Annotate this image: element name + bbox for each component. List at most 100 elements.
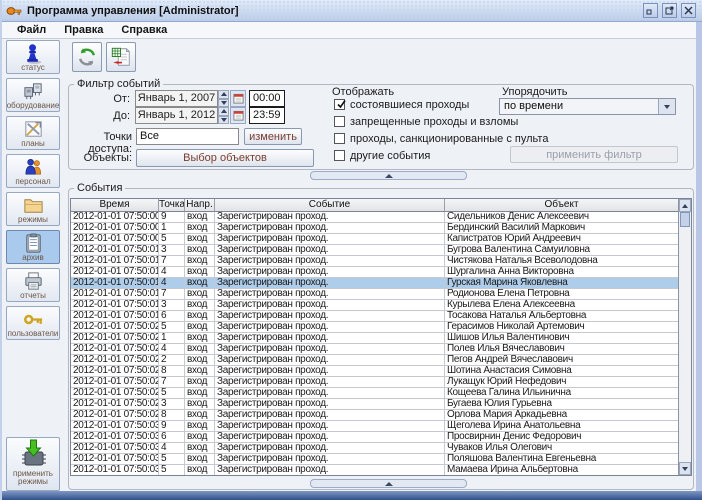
title-bar[interactable]: Программа управления [Administrator] xyxy=(2,0,702,22)
to-date-field[interactable]: Январь 1, 2012 xyxy=(135,107,218,124)
column-header-time[interactable]: Время xyxy=(71,199,159,212)
table-cell: 9 xyxy=(159,421,185,432)
to-time-field[interactable]: 23:59 xyxy=(249,107,285,124)
spinner-up-icon[interactable] xyxy=(218,107,229,116)
checkbox-icon[interactable] xyxy=(334,150,345,161)
sidebar-item-personnel[interactable]: персонал xyxy=(6,154,60,188)
table-row[interactable]: 2012-01-01 07:50:021входЗарегистрирован … xyxy=(71,333,678,344)
objects-select-button[interactable]: Выбор объектов xyxy=(136,149,314,167)
table-row[interactable]: 2012-01-01 07:50:027входЗарегистрирован … xyxy=(71,377,678,388)
from-time-field[interactable]: 00:00 xyxy=(249,90,285,107)
table-cell: вход xyxy=(185,410,215,421)
spinner-down-icon[interactable] xyxy=(218,116,229,125)
checkbox-icon[interactable] xyxy=(334,133,345,144)
refresh-button[interactable] xyxy=(72,42,102,72)
table-cell: 1 xyxy=(159,223,185,234)
column-header-event[interactable]: Событие xyxy=(215,199,445,212)
sidebar-item-label: отчеты xyxy=(20,292,46,300)
column-header-point[interactable]: Точка xyxy=(159,199,185,212)
sidebar-item-plans[interactable]: планы xyxy=(6,116,60,150)
table-row[interactable]: 2012-01-01 07:50:016входЗарегистрирован … xyxy=(71,311,678,322)
table-cell: Бердинский Василий Маркович xyxy=(445,223,678,234)
sidebar-item-status[interactable]: статус xyxy=(6,40,60,74)
table-row[interactable]: 2012-01-01 07:50:005входЗарегистрирован … xyxy=(71,234,678,245)
access-points-field[interactable]: Все xyxy=(136,128,239,145)
to-calendar-button[interactable] xyxy=(230,107,246,124)
export-report-button[interactable] xyxy=(106,42,136,72)
column-header-object[interactable]: Объект xyxy=(445,199,678,212)
table-row[interactable]: 2012-01-01 07:50:014входЗарегистрирован … xyxy=(71,278,678,289)
table-row[interactable]: 2012-01-01 07:50:028входЗарегистрирован … xyxy=(71,366,678,377)
table-row[interactable]: 2012-01-01 07:50:034входЗарегистрирован … xyxy=(71,443,678,454)
table-row[interactable]: 2012-01-01 07:50:039входЗарегистрирован … xyxy=(71,421,678,432)
table-row[interactable]: 2012-01-01 07:50:013входЗарегистрирован … xyxy=(71,300,678,311)
table-row[interactable]: 2012-01-01 07:50:014входЗарегистрирован … xyxy=(71,267,678,278)
column-header-direction[interactable]: Напр. xyxy=(185,199,215,212)
menu-help[interactable]: Справка xyxy=(112,23,176,37)
checkbox-console-passes[interactable]: проходы, санкционированные с пульта xyxy=(334,132,548,145)
table-cell: Зарегистрирован проход. xyxy=(215,333,445,344)
table-cell: Полев Илья Вячеславович xyxy=(445,344,678,355)
maximize-button[interactable] xyxy=(662,3,677,18)
from-date-spinner[interactable] xyxy=(218,90,229,107)
table-row[interactable]: 2012-01-01 07:50:035входЗарегистрирован … xyxy=(71,465,678,475)
menu-edit[interactable]: Правка xyxy=(55,23,112,37)
checkbox-other-events[interactable]: другие события xyxy=(334,149,430,162)
from-date-field[interactable]: Январь 1, 2007 xyxy=(135,90,218,107)
table-cell: Шургалина Анна Викторовна xyxy=(445,267,678,278)
splitter-collapse-bottom[interactable] xyxy=(310,479,467,488)
table-cell: 2012-01-01 07:50:00 xyxy=(71,223,159,234)
menu-file[interactable]: Файл xyxy=(8,23,55,37)
table-row[interactable]: 2012-01-01 07:50:025входЗарегистрирован … xyxy=(71,322,678,333)
checkbox-denied-passes[interactable]: запрещенные проходы и взломы xyxy=(334,115,518,128)
table-cell: вход xyxy=(185,366,215,377)
table-row[interactable]: 2012-01-01 07:50:009входЗарегистрирован … xyxy=(71,212,678,223)
order-combobox[interactable]: по времени xyxy=(499,98,676,115)
table-row[interactable]: 2012-01-01 07:50:024входЗарегистрирован … xyxy=(71,344,678,355)
checkbox-icon[interactable] xyxy=(334,99,345,110)
table-cell: Сидельников Денис Алексеевич xyxy=(445,212,678,223)
checkbox-completed-passes[interactable]: состоявшиеся проходы xyxy=(334,98,469,111)
close-button[interactable] xyxy=(681,3,696,18)
sidebar-item-modes[interactable]: режимы xyxy=(6,192,60,226)
scroll-up-icon[interactable] xyxy=(679,199,691,212)
sidebar-item-equipment[interactable]: оборудование xyxy=(6,78,60,112)
table-row[interactable]: 2012-01-01 07:50:025входЗарегистрирован … xyxy=(71,388,678,399)
change-button[interactable]: изменить xyxy=(244,128,302,145)
table-cell: вход xyxy=(185,399,215,410)
table-row[interactable]: 2012-01-01 07:50:017входЗарегистрирован … xyxy=(71,289,678,300)
table-row[interactable]: 2012-01-01 07:50:035входЗарегистрирован … xyxy=(71,454,678,465)
table-row[interactable]: 2012-01-01 07:50:023входЗарегистрирован … xyxy=(71,399,678,410)
to-date-spinner[interactable] xyxy=(218,107,229,124)
vertical-scrollbar[interactable] xyxy=(678,199,691,475)
sidebar-item-reports[interactable]: отчеты xyxy=(6,268,60,302)
apply-filter-button[interactable]: применить фильтр xyxy=(510,146,678,163)
sidebar-item-archive[interactable]: архив xyxy=(6,230,60,264)
table-cell: Зарегистрирован проход. xyxy=(215,300,445,311)
from-calendar-button[interactable] xyxy=(230,90,246,107)
spinner-up-icon[interactable] xyxy=(218,90,229,99)
table-row[interactable]: 2012-01-01 07:50:013входЗарегистрирован … xyxy=(71,245,678,256)
sidebar-item-users[interactable]: пользователи xyxy=(6,306,60,340)
apply-modes-button[interactable]: применить режимы xyxy=(6,437,60,491)
table-row[interactable]: 2012-01-01 07:50:001входЗарегистрирован … xyxy=(71,223,678,234)
table-cell: 5 xyxy=(159,454,185,465)
table-cell: вход xyxy=(185,289,215,300)
minimize-button[interactable] xyxy=(643,3,658,18)
table-row[interactable]: 2012-01-01 07:50:022входЗарегистрирован … xyxy=(71,355,678,366)
chevron-down-icon[interactable] xyxy=(658,99,675,114)
table-row[interactable]: 2012-01-01 07:50:036входЗарегистрирован … xyxy=(71,432,678,443)
spinner-down-icon[interactable] xyxy=(218,99,229,108)
splitter-collapse-top[interactable] xyxy=(310,171,467,180)
table-cell: вход xyxy=(185,322,215,333)
scroll-down-icon[interactable] xyxy=(679,462,691,475)
table-cell: 2012-01-01 07:50:03 xyxy=(71,443,159,454)
table-row[interactable]: 2012-01-01 07:50:017входЗарегистрирован … xyxy=(71,256,678,267)
table-cell: Орлова Мария Аркадьевна xyxy=(445,410,678,421)
table-cell: Зарегистрирован проход. xyxy=(215,267,445,278)
checkbox-icon[interactable] xyxy=(334,116,345,127)
scrollbar-thumb[interactable] xyxy=(680,212,690,227)
table-row[interactable]: 2012-01-01 07:50:028входЗарегистрирован … xyxy=(71,410,678,421)
table-cell: Зарегистрирован проход. xyxy=(215,223,445,234)
table-cell: вход xyxy=(185,300,215,311)
